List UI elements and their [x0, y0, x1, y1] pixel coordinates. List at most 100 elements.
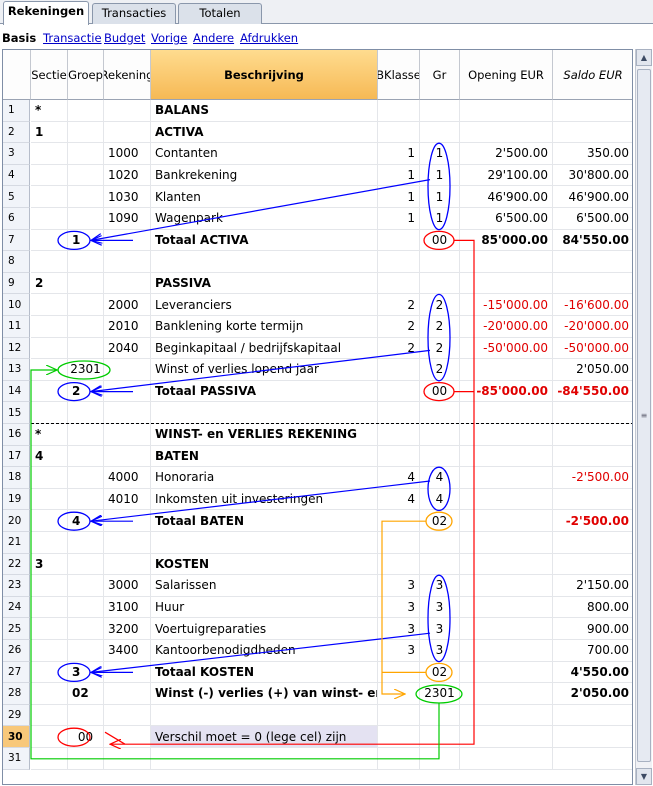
- cell-saldo[interactable]: 800.00: [553, 597, 632, 619]
- cell-opening[interactable]: [460, 532, 553, 554]
- cell-gr[interactable]: [420, 532, 460, 554]
- cell-rekening[interactable]: [104, 100, 151, 122]
- cell-bklasse[interactable]: 2: [378, 337, 420, 360]
- cell-opening[interactable]: [460, 748, 553, 770]
- cell-saldo[interactable]: -84'550.00: [553, 381, 632, 403]
- view-andere[interactable]: Andere: [193, 28, 234, 48]
- cell-saldo[interactable]: [553, 705, 632, 727]
- cell-groep[interactable]: [68, 294, 104, 316]
- column-header-bklasse[interactable]: BKlasse: [378, 50, 420, 100]
- cell-sectie[interactable]: [31, 316, 68, 338]
- cell-gr[interactable]: 2: [420, 294, 460, 316]
- cell-gr[interactable]: 3: [420, 618, 460, 640]
- cell-sectie[interactable]: [31, 575, 68, 597]
- cell-sectie[interactable]: [31, 532, 68, 554]
- cell-beschrijving[interactable]: Bankrekening: [151, 164, 378, 187]
- cell-opening[interactable]: [460, 121, 553, 144]
- cell-bklasse[interactable]: [378, 229, 420, 252]
- cell-sectie[interactable]: [31, 251, 68, 273]
- cell-gr[interactable]: [420, 704, 460, 727]
- cell-sectie[interactable]: [31, 683, 68, 705]
- cell-beschrijving[interactable]: WINST- en VERLIES REKENING: [151, 424, 378, 446]
- cell-opening[interactable]: -15'000.00: [460, 294, 553, 316]
- cell-beschrijving[interactable]: Huur: [151, 596, 378, 619]
- cell-beschrijving[interactable]: Banklening korte termijn: [151, 316, 378, 338]
- cell-saldo[interactable]: [553, 726, 632, 748]
- cell-gr[interactable]: 3: [420, 596, 460, 619]
- cell-groep[interactable]: 3: [68, 661, 104, 684]
- row-number[interactable]: 26: [3, 640, 30, 662]
- cell-opening[interactable]: [460, 683, 553, 705]
- scrollbar-thumb[interactable]: ≡: [637, 69, 651, 762]
- cell-groep[interactable]: 4: [68, 510, 104, 532]
- cell-bklasse[interactable]: [378, 424, 420, 446]
- cell-saldo[interactable]: 2'050.00: [553, 683, 632, 705]
- row-number[interactable]: 28: [3, 683, 30, 705]
- cell-groep[interactable]: [68, 424, 104, 446]
- cell-opening[interactable]: 2'500.00: [460, 143, 553, 165]
- cell-gr[interactable]: 00: [420, 229, 460, 252]
- cell-beschrijving[interactable]: Voertuigreparaties: [151, 618, 378, 640]
- cell-beschrijving[interactable]: Winst of verlies lopend jaar: [151, 359, 378, 381]
- cell-bklasse[interactable]: 4: [378, 488, 420, 511]
- cell-rekening[interactable]: [104, 121, 151, 144]
- cell-rekening[interactable]: [104, 661, 151, 684]
- cell-saldo[interactable]: 2'150.00: [553, 575, 632, 597]
- cell-rekening[interactable]: [104, 359, 151, 381]
- column-header-gr[interactable]: Gr: [420, 50, 460, 100]
- cell-beschrijving[interactable]: Totaal KOSTEN: [151, 661, 378, 684]
- cell-saldo[interactable]: [553, 251, 632, 273]
- cell-opening[interactable]: 46'900.00: [460, 186, 553, 208]
- cell-beschrijving[interactable]: KOSTEN: [151, 553, 378, 576]
- cell-sectie[interactable]: [31, 488, 68, 511]
- row-number[interactable]: 18: [3, 467, 30, 489]
- cell-groep[interactable]: [68, 143, 104, 165]
- cell-groep[interactable]: [68, 445, 104, 468]
- cell-sectie[interactable]: [31, 402, 68, 424]
- cell-opening[interactable]: 6'500.00: [460, 208, 553, 230]
- cell-beschrijving[interactable]: BALANS: [151, 100, 378, 122]
- cell-opening[interactable]: [460, 575, 553, 597]
- cell-saldo[interactable]: [553, 122, 632, 144]
- cell-opening[interactable]: [460, 553, 553, 576]
- cell-sectie[interactable]: [31, 143, 68, 165]
- cell-saldo[interactable]: [553, 489, 632, 511]
- cell-gr[interactable]: [420, 424, 460, 446]
- cell-gr[interactable]: [420, 100, 460, 122]
- cell-bklasse[interactable]: 3: [378, 596, 420, 619]
- cell-saldo[interactable]: 2'050.00: [553, 359, 632, 381]
- cell-sectie[interactable]: *: [31, 100, 68, 122]
- cell-bklasse[interactable]: 3: [378, 575, 420, 597]
- cell-groep[interactable]: [68, 337, 104, 360]
- cell-gr[interactable]: 02: [420, 510, 460, 532]
- cell-opening[interactable]: [460, 596, 553, 619]
- vertical-scrollbar[interactable]: ▲ ≡ ▼: [635, 49, 652, 785]
- cell-beschrijving[interactable]: Winst (-) verlies (+) van winst- en verl…: [151, 683, 378, 705]
- row-number[interactable]: 21: [3, 532, 30, 554]
- cell-groep[interactable]: [68, 596, 104, 619]
- cell-opening[interactable]: 85'000.00: [460, 229, 553, 252]
- cell-bklasse[interactable]: 4: [378, 467, 420, 489]
- cell-rekening[interactable]: 3000: [104, 575, 151, 597]
- cell-beschrijving[interactable]: [151, 402, 378, 424]
- cell-sectie[interactable]: [31, 359, 68, 381]
- cell-groep[interactable]: [68, 402, 104, 424]
- cell-gr[interactable]: 4: [420, 488, 460, 511]
- row-number[interactable]: 29: [3, 704, 30, 727]
- tab-totalen[interactable]: Totalen: [178, 3, 262, 24]
- column-header-opening[interactable]: Opening EUR: [460, 50, 553, 100]
- cell-rekening[interactable]: [104, 748, 151, 770]
- cell-opening[interactable]: [460, 510, 553, 532]
- cell-beschrijving[interactable]: [151, 704, 378, 727]
- cell-gr[interactable]: 2: [420, 316, 460, 338]
- cell-sectie[interactable]: [31, 704, 68, 727]
- cell-bklasse[interactable]: [378, 532, 420, 554]
- cell-gr[interactable]: [420, 272, 460, 295]
- cell-groep[interactable]: 2301: [68, 359, 104, 381]
- cell-bklasse[interactable]: [378, 445, 420, 468]
- scroll-up-icon[interactable]: ▲: [636, 49, 652, 66]
- cell-groep[interactable]: [68, 640, 104, 662]
- cell-rekening[interactable]: [104, 272, 151, 295]
- cell-groep[interactable]: 2: [68, 380, 104, 403]
- cell-sectie[interactable]: [31, 186, 68, 208]
